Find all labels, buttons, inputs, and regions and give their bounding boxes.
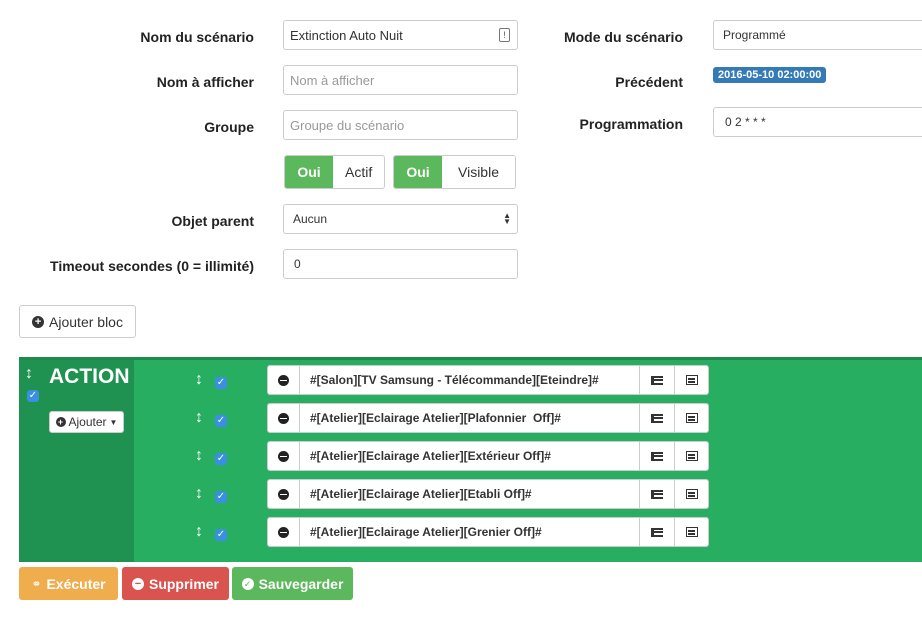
delete-label: Supprimer — [148, 575, 219, 592]
list-icon — [651, 413, 663, 423]
list-alt-icon — [685, 489, 698, 499]
list-alt-icon — [685, 527, 698, 537]
row-move-icon[interactable]: ↕ — [195, 524, 203, 540]
remove-action-button[interactable] — [268, 480, 300, 508]
link-icon: ⚭ — [31, 576, 42, 591]
display-name-label: Nom à afficher — [156, 74, 254, 90]
add-block-label: Ajouter bloc — [49, 313, 123, 330]
action-row[interactable]: #[Atelier][Eclairage Atelier][Plafonnier… — [267, 403, 709, 433]
active-yes-button[interactable]: Oui — [285, 156, 333, 188]
scenario-name-label: Nom du scénario — [140, 29, 254, 45]
action-block-top-border — [19, 357, 922, 360]
schedule-label: Programmation — [579, 116, 683, 132]
options-button[interactable] — [640, 518, 674, 546]
add-block-button[interactable]: + Ajouter bloc — [19, 305, 136, 338]
minus-circle-icon — [278, 412, 289, 424]
action-block: ↕ ✓ ACTION + Ajouter ▼ ↕ ✓ #[Salon][TV S… — [19, 357, 922, 562]
active-toggle[interactable]: Oui Actif — [284, 155, 386, 189]
timeout-label: Timeout secondes (0 = illimité) — [50, 258, 254, 274]
remove-action-button[interactable] — [268, 442, 300, 470]
select-arrows-icon: ▲ ▼ — [503, 211, 511, 226]
remove-action-button[interactable] — [268, 404, 300, 432]
timeout-value: 0 — [294, 257, 301, 271]
list-icon — [651, 375, 663, 385]
parent-object-value: Aucun — [293, 212, 328, 226]
visible-toggle[interactable]: Oui Visible — [393, 155, 516, 189]
options-button[interactable] — [640, 404, 674, 432]
action-row[interactable]: #[Atelier][Eclairage Atelier][Grenier Of… — [267, 517, 709, 547]
mode-select[interactable]: Programmé — [713, 20, 922, 50]
list-alt-icon — [685, 375, 698, 385]
row-enabled-checkbox[interactable]: ✓ — [215, 453, 227, 465]
caret-down-icon: ▼ — [109, 417, 118, 427]
remove-action-button[interactable] — [268, 366, 300, 394]
timeout-input[interactable]: 0 — [283, 249, 518, 279]
row-move-icon[interactable]: ↕ — [195, 410, 203, 426]
active-label[interactable]: Actif — [333, 156, 385, 188]
mode-value: Programmé — [723, 28, 786, 42]
select-command-button[interactable] — [674, 480, 708, 508]
row-enabled-checkbox[interactable]: ✓ — [215, 415, 227, 427]
row-enabled-checkbox[interactable]: ✓ — [215, 377, 227, 389]
previous-run-badge: 2016-05-10 02:00:00 — [713, 67, 827, 83]
row-move-icon[interactable]: ↕ — [195, 372, 203, 388]
add-action-dropdown[interactable]: + Ajouter ▼ — [49, 411, 124, 433]
list-alt-icon — [685, 451, 698, 461]
parent-object-label: Objet parent — [171, 213, 254, 229]
action-command[interactable]: #[Salon][TV Samsung - Télécommande][Etei… — [300, 366, 640, 394]
row-move-icon[interactable]: ↕ — [195, 448, 203, 464]
options-button[interactable] — [640, 480, 674, 508]
row-move-icon[interactable]: ↕ — [195, 486, 203, 502]
minus-circle-icon — [278, 526, 289, 538]
select-command-button[interactable] — [674, 518, 708, 546]
mode-label: Mode du scénario — [563, 29, 683, 45]
action-row[interactable]: #[Atelier][Eclairage Atelier][Extérieur … — [267, 441, 709, 471]
list-icon — [651, 451, 663, 461]
options-button[interactable] — [640, 442, 674, 470]
scenario-name-value: Extinction Auto Nuit — [290, 27, 403, 43]
add-action-label: Ajouter — [68, 415, 107, 429]
row-enabled-checkbox[interactable]: ✓ — [215, 491, 227, 503]
plus-circle-icon: + — [55, 417, 66, 427]
execute-label: Exécuter — [46, 575, 106, 592]
row-enabled-checkbox[interactable]: ✓ — [215, 529, 227, 541]
list-icon — [651, 489, 663, 499]
save-label: Sauvegarder — [258, 575, 344, 592]
select-command-button[interactable] — [674, 366, 708, 394]
minus-circle-icon: − — [131, 577, 144, 590]
options-button[interactable] — [640, 366, 674, 394]
execute-button[interactable]: ⚭ Exécuter — [19, 567, 118, 600]
action-command[interactable]: #[Atelier][Eclairage Atelier][Etabli Off… — [300, 480, 640, 508]
minus-circle-icon — [278, 450, 289, 462]
select-command-button[interactable] — [674, 442, 708, 470]
select-command-button[interactable] — [674, 404, 708, 432]
schedule-input[interactable]: 0 2 * * * — [713, 107, 922, 137]
display-name-placeholder: Nom à afficher — [290, 72, 375, 88]
remove-action-button[interactable] — [268, 518, 300, 546]
action-command[interactable]: #[Atelier][Eclairage Atelier][Extérieur … — [300, 442, 640, 470]
visible-label[interactable]: Visible — [442, 156, 515, 188]
previous-label: Précédent — [615, 74, 683, 90]
save-button[interactable]: ✓ Sauvegarder — [232, 567, 353, 600]
delete-button[interactable]: − Supprimer — [122, 567, 229, 600]
group-placeholder: Groupe du scénario — [290, 117, 405, 133]
visible-yes-button[interactable]: Oui — [394, 156, 442, 188]
group-label: Groupe — [204, 119, 254, 135]
schedule-value: 0 2 * * * — [725, 115, 766, 129]
block-move-icon[interactable]: ↕ — [25, 366, 33, 382]
minus-circle-icon — [278, 488, 289, 500]
plus-circle-icon: + — [32, 315, 45, 328]
list-alt-icon — [685, 413, 698, 423]
action-command[interactable]: #[Atelier][Eclairage Atelier][Grenier Of… — [300, 518, 640, 546]
action-row[interactable]: #[Salon][TV Samsung - Télécommande][Etei… — [267, 365, 709, 395]
minus-circle-icon — [278, 374, 289, 386]
block-enabled-checkbox[interactable]: ✓ — [27, 390, 39, 402]
check-circle-icon: ✓ — [241, 577, 254, 590]
list-icon — [651, 527, 663, 537]
action-command[interactable]: #[Atelier][Eclairage Atelier][Plafonnier… — [300, 404, 640, 432]
parent-object-select[interactable]: Aucun ▲ ▼ — [283, 204, 518, 234]
action-row[interactable]: #[Atelier][Eclairage Atelier][Etabli Off… — [267, 479, 709, 509]
action-title: ACTION — [49, 365, 130, 388]
